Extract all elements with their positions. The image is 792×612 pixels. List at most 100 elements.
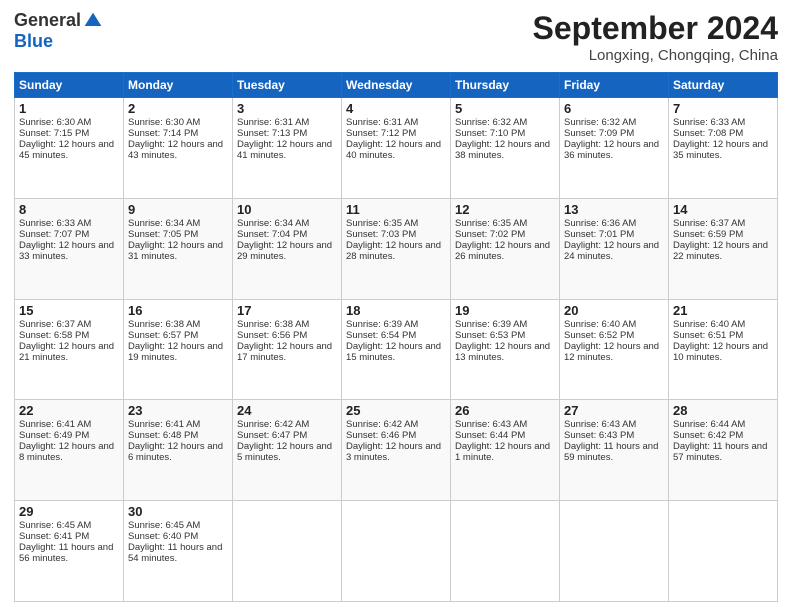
table-cell: 20 Sunrise: 6:40 AM Sunset: 6:52 PM Dayl… — [560, 299, 669, 400]
daylight-text: Daylight: 12 hours and 45 minutes. — [19, 139, 114, 161]
sunset-text: Sunset: 6:40 PM — [128, 531, 198, 542]
daylight-text: Daylight: 12 hours and 13 minutes. — [455, 341, 550, 363]
day-number: 29 — [19, 504, 119, 519]
sunset-text: Sunset: 7:14 PM — [128, 128, 198, 139]
sunset-text: Sunset: 7:15 PM — [19, 128, 89, 139]
daylight-text: Daylight: 12 hours and 38 minutes. — [455, 139, 550, 161]
sunrise-text: Sunrise: 6:39 AM — [455, 319, 527, 330]
sunset-text: Sunset: 6:41 PM — [19, 531, 89, 542]
table-cell: 19 Sunrise: 6:39 AM Sunset: 6:53 PM Dayl… — [451, 299, 560, 400]
sunrise-text: Sunrise: 6:37 AM — [673, 218, 745, 229]
table-cell: 30 Sunrise: 6:45 AM Sunset: 6:40 PM Dayl… — [124, 501, 233, 602]
sunrise-text: Sunrise: 6:33 AM — [19, 218, 91, 229]
table-cell: 26 Sunrise: 6:43 AM Sunset: 6:44 PM Dayl… — [451, 400, 560, 501]
day-number: 26 — [455, 403, 555, 418]
daylight-text: Daylight: 12 hours and 22 minutes. — [673, 240, 768, 262]
daylight-text: Daylight: 12 hours and 40 minutes. — [346, 139, 441, 161]
day-number: 24 — [237, 403, 337, 418]
col-wednesday: Wednesday — [342, 73, 451, 98]
daylight-text: Daylight: 12 hours and 3 minutes. — [346, 441, 441, 463]
daylight-text: Daylight: 12 hours and 6 minutes. — [128, 441, 223, 463]
sunset-text: Sunset: 6:49 PM — [19, 430, 89, 441]
day-number: 28 — [673, 403, 773, 418]
table-cell: 28 Sunrise: 6:44 AM Sunset: 6:42 PM Dayl… — [669, 400, 778, 501]
day-number: 16 — [128, 303, 228, 318]
sunrise-text: Sunrise: 6:37 AM — [19, 319, 91, 330]
sunrise-text: Sunrise: 6:38 AM — [128, 319, 200, 330]
col-thursday: Thursday — [451, 73, 560, 98]
sunset-text: Sunset: 6:46 PM — [346, 430, 416, 441]
daylight-text: Daylight: 12 hours and 29 minutes. — [237, 240, 332, 262]
table-cell: 4 Sunrise: 6:31 AM Sunset: 7:12 PM Dayli… — [342, 98, 451, 199]
daylight-text: Daylight: 12 hours and 35 minutes. — [673, 139, 768, 161]
table-cell: 9 Sunrise: 6:34 AM Sunset: 7:05 PM Dayli… — [124, 198, 233, 299]
col-saturday: Saturday — [669, 73, 778, 98]
daylight-text: Daylight: 12 hours and 26 minutes. — [455, 240, 550, 262]
sunrise-text: Sunrise: 6:38 AM — [237, 319, 309, 330]
table-row: 1 Sunrise: 6:30 AM Sunset: 7:15 PM Dayli… — [15, 98, 778, 199]
day-number: 11 — [346, 202, 446, 217]
table-row: 8 Sunrise: 6:33 AM Sunset: 7:07 PM Dayli… — [15, 198, 778, 299]
empty-cell — [233, 501, 342, 602]
sunrise-text: Sunrise: 6:30 AM — [19, 117, 91, 128]
table-cell: 18 Sunrise: 6:39 AM Sunset: 6:54 PM Dayl… — [342, 299, 451, 400]
day-number: 19 — [455, 303, 555, 318]
day-number: 23 — [128, 403, 228, 418]
sunset-text: Sunset: 7:01 PM — [564, 229, 634, 240]
sunset-text: Sunset: 7:03 PM — [346, 229, 416, 240]
sunrise-text: Sunrise: 6:41 AM — [19, 419, 91, 430]
table-cell: 16 Sunrise: 6:38 AM Sunset: 6:57 PM Dayl… — [124, 299, 233, 400]
daylight-text: Daylight: 11 hours and 56 minutes. — [19, 542, 113, 564]
day-number: 17 — [237, 303, 337, 318]
sunrise-text: Sunrise: 6:40 AM — [564, 319, 636, 330]
logo-blue-text: Blue — [14, 31, 53, 52]
table-row: 22 Sunrise: 6:41 AM Sunset: 6:49 PM Dayl… — [15, 400, 778, 501]
sunset-text: Sunset: 6:51 PM — [673, 330, 743, 341]
sunrise-text: Sunrise: 6:39 AM — [346, 319, 418, 330]
sunset-text: Sunset: 7:07 PM — [19, 229, 89, 240]
daylight-text: Daylight: 12 hours and 12 minutes. — [564, 341, 659, 363]
table-cell: 8 Sunrise: 6:33 AM Sunset: 7:07 PM Dayli… — [15, 198, 124, 299]
daylight-text: Daylight: 12 hours and 43 minutes. — [128, 139, 223, 161]
sunset-text: Sunset: 6:57 PM — [128, 330, 198, 341]
table-cell: 25 Sunrise: 6:42 AM Sunset: 6:46 PM Dayl… — [342, 400, 451, 501]
table-cell: 10 Sunrise: 6:34 AM Sunset: 7:04 PM Dayl… — [233, 198, 342, 299]
sunrise-text: Sunrise: 6:41 AM — [128, 419, 200, 430]
daylight-text: Daylight: 11 hours and 59 minutes. — [564, 441, 658, 463]
table-cell: 22 Sunrise: 6:41 AM Sunset: 6:49 PM Dayl… — [15, 400, 124, 501]
sunrise-text: Sunrise: 6:34 AM — [237, 218, 309, 229]
table-cell: 24 Sunrise: 6:42 AM Sunset: 6:47 PM Dayl… — [233, 400, 342, 501]
day-number: 5 — [455, 101, 555, 116]
day-number: 4 — [346, 101, 446, 116]
empty-cell — [669, 501, 778, 602]
sunset-text: Sunset: 6:47 PM — [237, 430, 307, 441]
daylight-text: Daylight: 11 hours and 54 minutes. — [128, 542, 222, 564]
day-number: 7 — [673, 101, 773, 116]
sunrise-text: Sunrise: 6:45 AM — [128, 520, 200, 531]
sunset-text: Sunset: 7:13 PM — [237, 128, 307, 139]
day-number: 15 — [19, 303, 119, 318]
table-cell: 23 Sunrise: 6:41 AM Sunset: 6:48 PM Dayl… — [124, 400, 233, 501]
daylight-text: Daylight: 12 hours and 24 minutes. — [564, 240, 659, 262]
sunrise-text: Sunrise: 6:34 AM — [128, 218, 200, 229]
daylight-text: Daylight: 12 hours and 8 minutes. — [19, 441, 114, 463]
day-number: 6 — [564, 101, 664, 116]
day-number: 25 — [346, 403, 446, 418]
day-number: 14 — [673, 202, 773, 217]
sunset-text: Sunset: 7:12 PM — [346, 128, 416, 139]
table-cell: 15 Sunrise: 6:37 AM Sunset: 6:58 PM Dayl… — [15, 299, 124, 400]
table-cell: 13 Sunrise: 6:36 AM Sunset: 7:01 PM Dayl… — [560, 198, 669, 299]
sunset-text: Sunset: 6:42 PM — [673, 430, 743, 441]
sunrise-text: Sunrise: 6:33 AM — [673, 117, 745, 128]
sunrise-text: Sunrise: 6:35 AM — [455, 218, 527, 229]
sunset-text: Sunset: 6:59 PM — [673, 229, 743, 240]
sunset-text: Sunset: 7:08 PM — [673, 128, 743, 139]
daylight-text: Daylight: 12 hours and 36 minutes. — [564, 139, 659, 161]
empty-cell — [560, 501, 669, 602]
sunset-text: Sunset: 6:53 PM — [455, 330, 525, 341]
empty-cell — [342, 501, 451, 602]
daylight-text: Daylight: 12 hours and 33 minutes. — [19, 240, 114, 262]
daylight-text: Daylight: 12 hours and 31 minutes. — [128, 240, 223, 262]
table-cell: 21 Sunrise: 6:40 AM Sunset: 6:51 PM Dayl… — [669, 299, 778, 400]
daylight-text: Daylight: 12 hours and 15 minutes. — [346, 341, 441, 363]
